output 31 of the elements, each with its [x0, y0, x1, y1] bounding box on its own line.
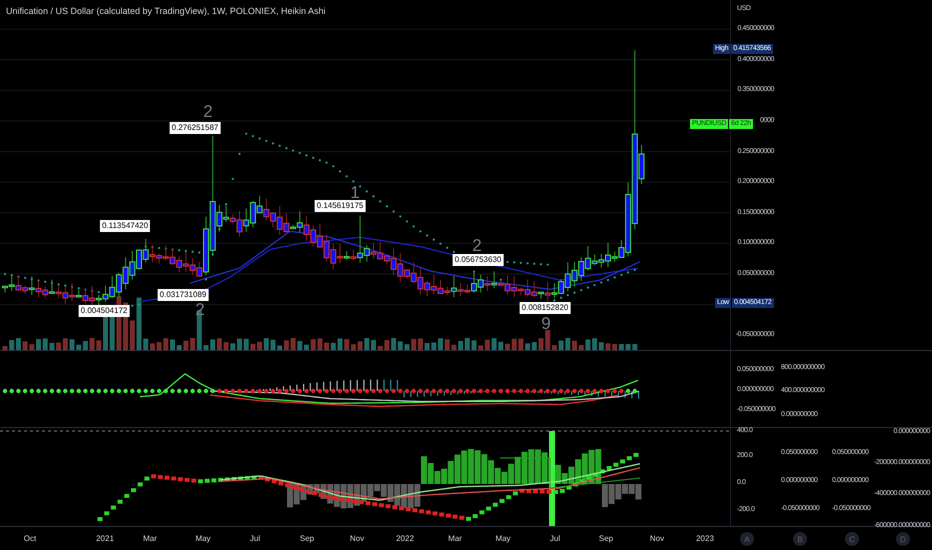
scale-button[interactable]: A: [740, 532, 754, 546]
price-callout: 0.031731089: [158, 289, 208, 301]
time-axis-label: Sep: [300, 534, 314, 543]
price-callout: 0.008152820: [520, 302, 570, 314]
time-axis-label: 2023: [696, 534, 714, 543]
time-axis-label: 2021: [96, 534, 114, 543]
time-axis-label: May: [495, 534, 511, 543]
price-callout: 0.113547420: [100, 220, 150, 232]
time-axis-label: Jul: [550, 534, 560, 543]
scale-button[interactable]: C: [845, 532, 859, 546]
price-callout: 0.004504172: [78, 305, 130, 317]
price-callout: 0.056753630: [452, 254, 504, 266]
time-axis-label: Nov: [350, 534, 364, 543]
price-callout: 0.145619175: [314, 200, 366, 212]
wave-count-label: 9: [541, 315, 551, 333]
time-axis-label: Mar: [448, 534, 462, 543]
time-axis-label: Sep: [598, 534, 614, 543]
wave-count-label: 2: [203, 103, 213, 121]
time-axis-label: Jul: [250, 534, 260, 543]
time-axis-label: Oct: [24, 534, 36, 543]
price-callout: 0.276251587: [170, 122, 220, 134]
time-axis-label: May: [195, 534, 211, 543]
time-axis-label: Nov: [650, 534, 664, 543]
wave-count-label: 2: [195, 301, 205, 319]
time-axis-label: 2022: [396, 534, 414, 543]
wave-count-label: 2: [472, 237, 482, 255]
wave-count-label: 1: [350, 184, 360, 202]
scale-button[interactable]: B: [793, 532, 807, 546]
scale-button[interactable]: D: [896, 532, 910, 546]
chart-title: Unification / US Dollar (calculated by TradingView), 1W, POLONIEX, Heikin Ashi: [6, 6, 326, 16]
time-axis-label: Mar: [143, 534, 157, 543]
